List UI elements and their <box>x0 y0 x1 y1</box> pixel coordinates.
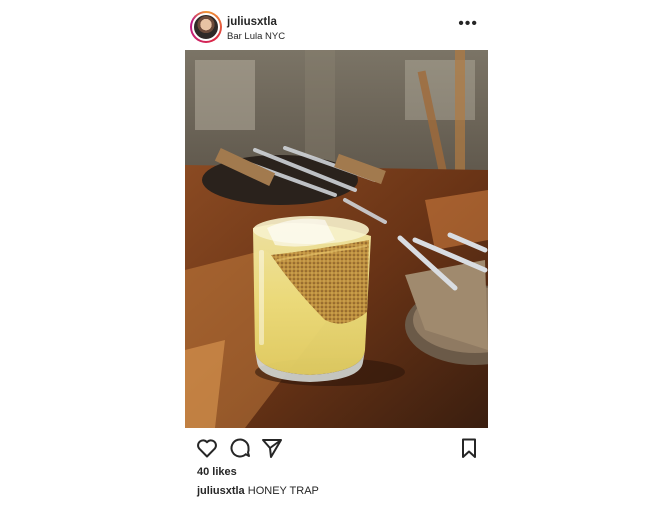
paper-plane-icon[interactable] <box>260 436 284 460</box>
post-actions <box>185 436 488 462</box>
post-photo[interactable] <box>185 50 488 428</box>
avatar[interactable] <box>190 11 222 43</box>
post-location[interactable]: Bar Lula NYC <box>227 31 285 42</box>
instagram-post: juliusxtla Bar Lula NYC ••• 40 likes jul… <box>185 0 488 510</box>
caption-text: HONEY TRAP <box>247 485 319 497</box>
cocktail-photo <box>185 50 488 428</box>
caption-username[interactable]: juliusxtla <box>197 485 245 497</box>
post-username[interactable]: juliusxtla <box>227 16 277 28</box>
post-header: juliusxtla Bar Lula NYC ••• <box>185 10 488 46</box>
more-options-icon[interactable]: ••• <box>458 16 478 32</box>
bookmark-icon[interactable] <box>457 436 481 460</box>
comment-icon[interactable] <box>228 436 252 460</box>
heart-icon[interactable] <box>195 436 219 460</box>
avatar-image <box>192 13 220 41</box>
post-caption: juliusxtla HONEY TRAP <box>197 485 319 497</box>
likes-count[interactable]: 40 likes <box>197 466 237 478</box>
